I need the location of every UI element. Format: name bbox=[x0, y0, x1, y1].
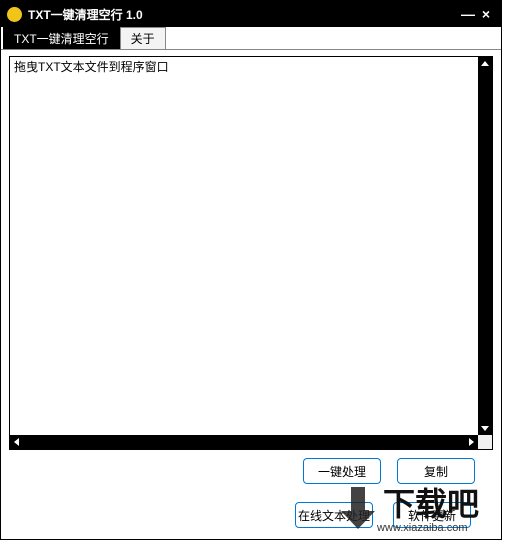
tab-about[interactable]: 关于 bbox=[120, 27, 166, 49]
window-title: TXT一键清理空行 1.0 bbox=[28, 6, 459, 23]
text-area[interactable]: 拖曳TXT文本文件到程序窗口 bbox=[9, 56, 493, 450]
content-area: 拖曳TXT文本文件到程序窗口 一键处理 复制 在线文本处理 bbox=[1, 50, 501, 539]
update-button[interactable]: 软件更新 bbox=[393, 502, 471, 528]
vertical-scrollbar[interactable] bbox=[478, 57, 492, 435]
scroll-down-icon[interactable] bbox=[481, 426, 489, 431]
titlebar: TXT一键清理空行 1.0 — × bbox=[1, 1, 501, 27]
tab-bar: TXT一键清理空行 关于 bbox=[1, 27, 501, 50]
minimize-button[interactable]: — bbox=[459, 7, 477, 21]
app-icon bbox=[7, 7, 22, 22]
tab-main[interactable]: TXT一键清理空行 bbox=[3, 27, 120, 49]
text-area-content[interactable]: 拖曳TXT文本文件到程序窗口 bbox=[10, 57, 478, 435]
app-window: TXT一键清理空行 1.0 — × TXT一键清理空行 关于 拖曳TXT文本文件… bbox=[0, 0, 502, 540]
process-button[interactable]: 一键处理 bbox=[303, 458, 381, 484]
online-process-button[interactable]: 在线文本处理 bbox=[295, 502, 373, 528]
button-row-2: 在线文本处理 软件更新 bbox=[9, 502, 493, 528]
copy-button[interactable]: 复制 bbox=[397, 458, 475, 484]
tab-main-label: TXT一键清理空行 bbox=[14, 30, 109, 47]
close-button[interactable]: × bbox=[477, 7, 495, 21]
horizontal-scrollbar[interactable] bbox=[10, 435, 478, 449]
scroll-up-icon[interactable] bbox=[481, 61, 489, 66]
process-button-label: 一键处理 bbox=[318, 463, 366, 480]
scroll-right-icon[interactable] bbox=[469, 438, 474, 446]
online-process-button-label: 在线文本处理 bbox=[298, 507, 370, 524]
scrollbar-corner bbox=[478, 435, 492, 449]
button-row-1: 一键处理 复制 bbox=[9, 458, 493, 484]
copy-button-label: 复制 bbox=[424, 463, 448, 480]
scroll-left-icon[interactable] bbox=[14, 438, 19, 446]
update-button-label: 软件更新 bbox=[408, 507, 456, 524]
tab-about-label: 关于 bbox=[131, 30, 155, 47]
